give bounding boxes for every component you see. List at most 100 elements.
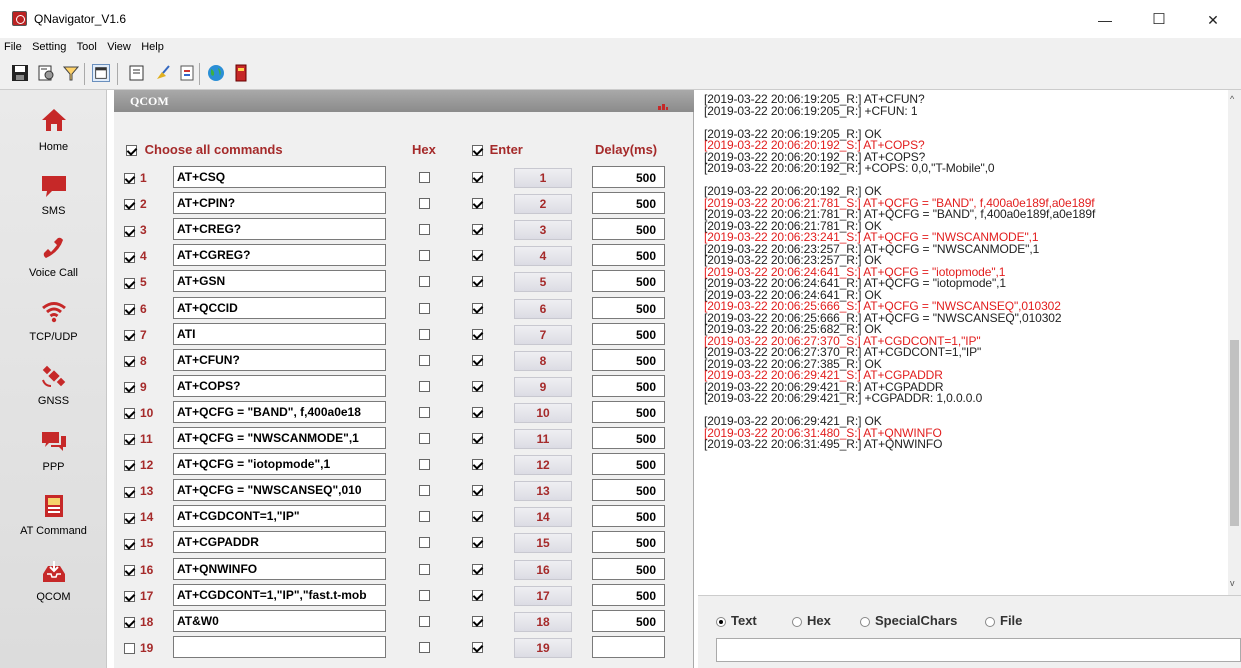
- clear-icon[interactable]: [154, 64, 172, 82]
- enter-checkbox[interactable]: [472, 615, 483, 627]
- enter-checkbox[interactable]: [472, 354, 483, 366]
- hex-checkbox[interactable]: [419, 406, 430, 418]
- command-select-checkbox[interactable]: [124, 173, 135, 185]
- command-select-checkbox[interactable]: [124, 434, 135, 446]
- sidebar-item-at-command[interactable]: AT Command: [0, 494, 107, 537]
- menu-tool[interactable]: Tool: [73, 38, 100, 53]
- command-input[interactable]: AT+CGREG?: [173, 244, 386, 267]
- radio-button[interactable]: [860, 616, 870, 627]
- command-number[interactable]: 15: [124, 536, 153, 550]
- enter-checkbox[interactable]: [472, 485, 483, 497]
- send-command-button[interactable]: 18: [514, 611, 572, 632]
- hex-checkbox[interactable]: [419, 302, 430, 314]
- command-select-checkbox[interactable]: [124, 408, 135, 420]
- enter-checkbox[interactable]: [472, 459, 483, 471]
- filter-icon[interactable]: [62, 64, 80, 82]
- response-log[interactable]: [2019-03-22 20:06:19:205_R:] AT+CFUN? [20…: [698, 90, 1228, 595]
- enter-checkbox[interactable]: [472, 224, 483, 236]
- command-input[interactable]: AT+CGPADDR: [173, 531, 386, 554]
- menu-setting[interactable]: Setting: [28, 38, 69, 53]
- menu-file[interactable]: File: [0, 38, 25, 53]
- send-command-button[interactable]: 9: [514, 376, 572, 397]
- enter-checkbox[interactable]: [472, 433, 483, 444]
- radio-button[interactable]: [792, 616, 802, 627]
- minimize-button[interactable]: —: [1082, 6, 1128, 34]
- send-command-button[interactable]: 5: [514, 272, 572, 293]
- delay-input[interactable]: 500: [592, 479, 665, 502]
- command-number[interactable]: 14: [124, 510, 153, 524]
- send-command-button[interactable]: 16: [514, 559, 572, 580]
- delay-input[interactable]: 500: [592, 322, 665, 345]
- delay-input[interactable]: 500: [592, 374, 665, 397]
- command-select-checkbox[interactable]: [124, 199, 135, 211]
- mode-radio-specialchars[interactable]: SpecialChars: [860, 613, 957, 628]
- sidebar-item-tcp-udp[interactable]: TCP/UDP: [0, 300, 107, 343]
- send-command-button[interactable]: 10: [514, 402, 572, 423]
- command-number[interactable]: 1: [124, 171, 147, 185]
- command-select-checkbox[interactable]: [124, 460, 135, 472]
- command-number[interactable]: 17: [124, 589, 153, 603]
- command-select-checkbox[interactable]: [124, 643, 135, 655]
- hex-checkbox[interactable]: [419, 224, 430, 236]
- enter-checkbox[interactable]: [472, 302, 483, 314]
- send-command-button[interactable]: 8: [514, 350, 572, 371]
- delay-input[interactable]: 500: [592, 348, 665, 371]
- hex-checkbox[interactable]: [419, 537, 430, 549]
- command-number[interactable]: 13: [124, 484, 153, 498]
- command-number[interactable]: 19: [124, 641, 153, 655]
- choose-all-commands[interactable]: Choose all commands: [126, 142, 283, 157]
- command-number[interactable]: 9: [124, 380, 147, 394]
- command-number[interactable]: 12: [124, 458, 153, 472]
- send-command-button[interactable]: 1: [514, 168, 572, 188]
- hex-checkbox[interactable]: [419, 354, 430, 366]
- send-command-button[interactable]: 7: [514, 324, 572, 345]
- command-input[interactable]: AT+CGDCONT=1,"IP","fast.t-mob: [173, 583, 386, 606]
- command-input[interactable]: AT+QCFG = "NWSCANSEQ",010: [173, 479, 386, 502]
- delay-input[interactable]: 500: [592, 166, 665, 188]
- hex-checkbox[interactable]: [419, 485, 430, 497]
- delay-input[interactable]: 500: [592, 505, 665, 528]
- delay-input[interactable]: 500: [592, 609, 665, 632]
- command-input[interactable]: AT+QNWINFO: [173, 557, 386, 580]
- command-number[interactable]: 7: [124, 328, 147, 342]
- enter-checkbox[interactable]: [472, 276, 483, 288]
- radio-button[interactable]: [985, 616, 995, 627]
- delay-input[interactable]: 500: [592, 270, 665, 293]
- send-command-button[interactable]: 11: [514, 429, 572, 449]
- delay-input[interactable]: 500: [592, 557, 665, 580]
- command-input[interactable]: AT+COPS?: [173, 374, 386, 397]
- enter-checkbox[interactable]: [472, 406, 483, 418]
- command-select-checkbox[interactable]: [124, 617, 135, 629]
- command-input[interactable]: AT+QCFG = "BAND", f,400a0e18: [173, 400, 386, 423]
- hex-checkbox[interactable]: [419, 459, 430, 471]
- command-input[interactable]: ATI: [173, 322, 386, 345]
- enter-checkbox[interactable]: [472, 563, 483, 575]
- command-select-checkbox[interactable]: [124, 303, 135, 315]
- delay-input[interactable]: 500: [592, 400, 665, 423]
- command-select-checkbox[interactable]: [124, 251, 135, 263]
- enter-all-checkbox[interactable]: [472, 145, 483, 157]
- maximize-button[interactable]: ☐: [1136, 6, 1182, 34]
- sidebar-item-sms[interactable]: SMS: [0, 174, 107, 217]
- command-number[interactable]: 18: [124, 615, 153, 629]
- delay-input[interactable]: [592, 635, 665, 658]
- hex-checkbox[interactable]: [419, 641, 430, 653]
- command-input[interactable]: AT+CPIN?: [173, 192, 386, 215]
- command-input[interactable]: AT+GSN: [173, 270, 386, 293]
- command-select-checkbox[interactable]: [124, 564, 135, 576]
- enter-checkbox[interactable]: [472, 380, 483, 392]
- hex-checkbox[interactable]: [419, 433, 430, 444]
- enter-checkbox[interactable]: [472, 589, 483, 601]
- enter-checkbox[interactable]: [472, 641, 483, 653]
- scroll-up-icon[interactable]: ^: [1230, 94, 1234, 104]
- enter-header[interactable]: Enter: [472, 142, 523, 157]
- send-command-button[interactable]: 13: [514, 481, 572, 502]
- command-input[interactable]: AT+QCCID: [173, 296, 386, 319]
- command-select-checkbox[interactable]: [124, 382, 135, 394]
- delay-input[interactable]: 500: [592, 218, 665, 241]
- hex-checkbox[interactable]: [419, 563, 430, 575]
- command-number[interactable]: 3: [124, 223, 147, 237]
- command-number[interactable]: 4: [124, 249, 147, 263]
- command-select-checkbox[interactable]: [124, 277, 135, 289]
- command-number[interactable]: 2: [124, 197, 147, 211]
